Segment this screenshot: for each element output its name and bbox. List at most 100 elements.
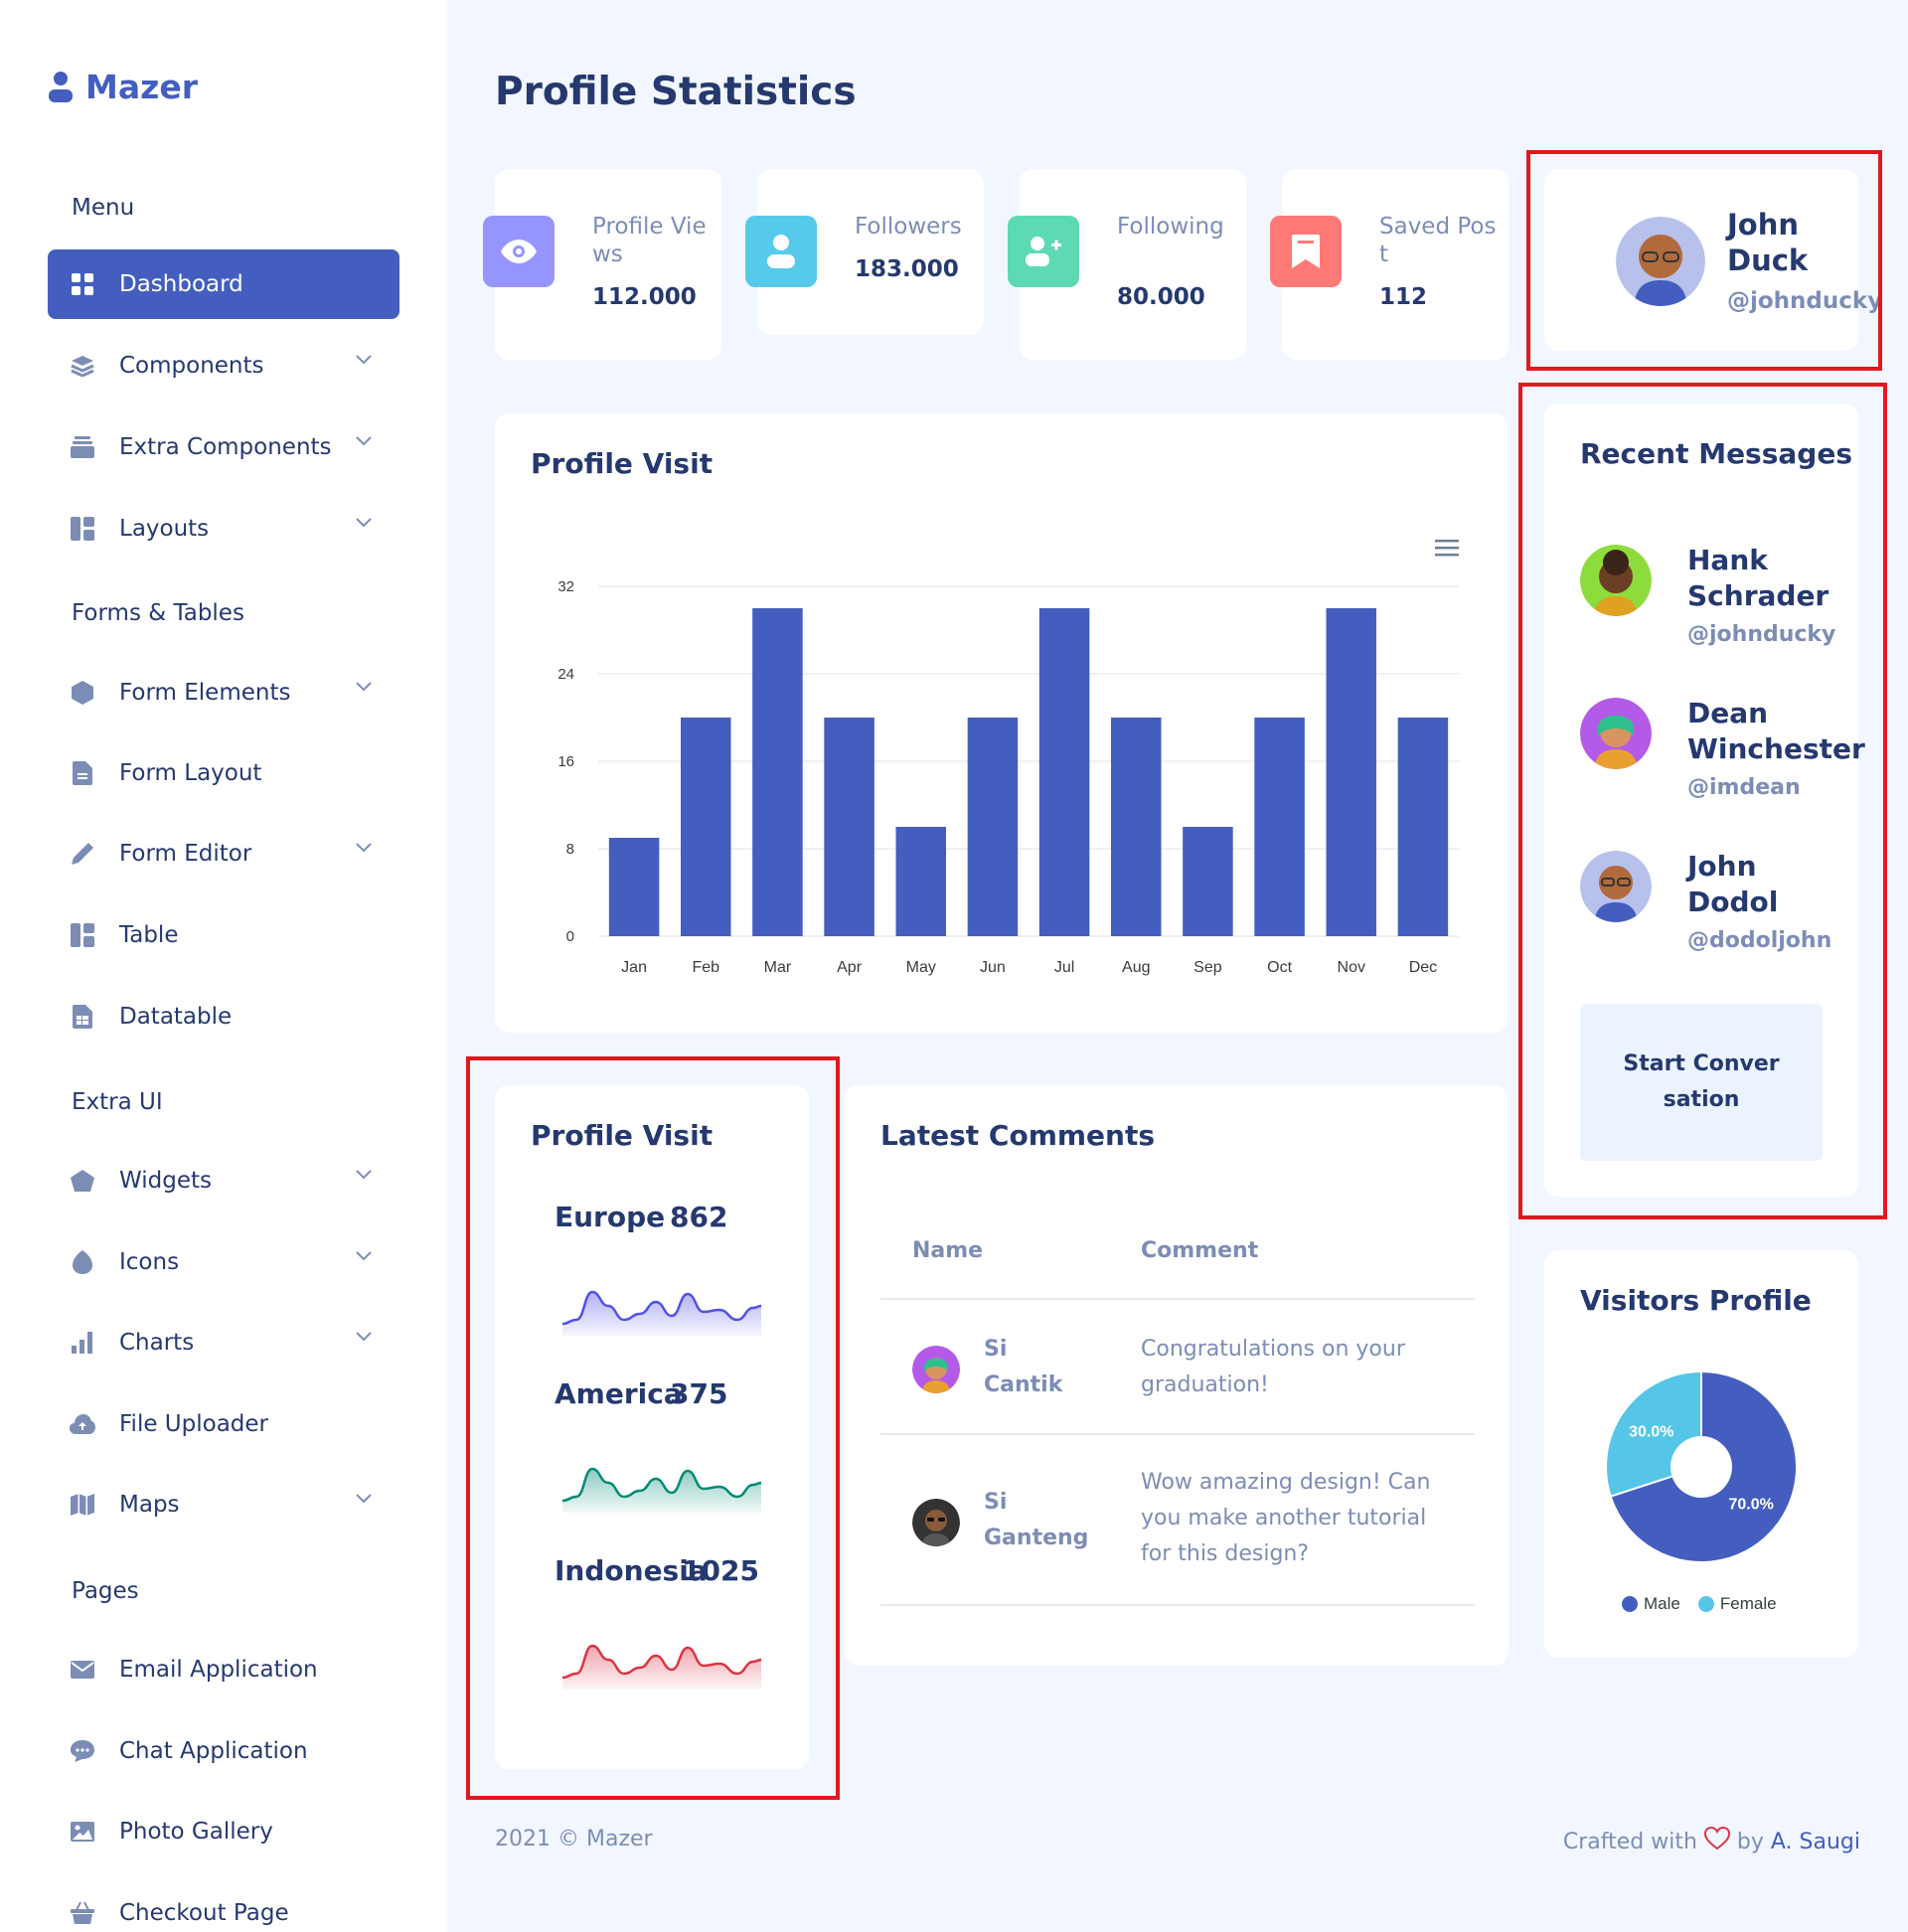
message-sender-name[interactable]: Dean Winchester <box>1687 696 1865 767</box>
sidebar-item-label: Chat Application <box>119 1738 308 1764</box>
bar-jun[interactable] <box>967 718 1019 936</box>
legend-item-male[interactable]: Male <box>1622 1594 1680 1614</box>
section-title-menu: Menu <box>72 195 135 221</box>
section-title-pages: Pages <box>72 1578 139 1604</box>
sidebar-item-form-editor[interactable]: Form Editor <box>48 819 399 888</box>
sidebar-item-charts[interactable]: Charts <box>48 1308 399 1377</box>
sidebar-item-photo-gallery[interactable]: Photo Gallery <box>48 1797 399 1866</box>
footer-crafted-text: Crafted with <box>1562 1830 1697 1854</box>
message-sender-name[interactable]: John Dodol <box>1687 849 1807 920</box>
sidebar-item-datatable[interactable]: Datatable <box>48 982 399 1051</box>
person-icon <box>767 235 795 268</box>
sidebar-item-label: Components <box>119 353 264 379</box>
profile-visit-card: Profile Visit 0 8 16 24 32 Jan Feb Mar Apr May Jun… <box>495 413 1509 1033</box>
profile-name: John Duck <box>1727 208 1809 277</box>
sidebar-item-file-uploader[interactable]: File Uploader <box>48 1389 399 1459</box>
chevron-down-icon <box>356 1170 372 1180</box>
footer-by-text: by <box>1736 1830 1764 1854</box>
sidebar-item-label: Dashboard <box>119 271 243 297</box>
region-value: 862 <box>670 1201 728 1233</box>
sidebar-item-maps[interactable]: Maps <box>48 1470 399 1539</box>
sidebar-item-extra-components[interactable]: Extra Components <box>48 412 399 482</box>
bar-oct[interactable] <box>1254 718 1305 936</box>
author-link[interactable]: A. Saugi <box>1771 1830 1860 1854</box>
x-tick-label: Jan <box>621 959 647 976</box>
person-plus-icon <box>1026 237 1061 266</box>
sparkline-area <box>562 1646 761 1690</box>
sidebar-item-checkout-page[interactable]: Checkout Page <box>48 1878 399 1932</box>
card-title: Visitors Profile <box>1580 1284 1812 1317</box>
sidebar-item-form-elements[interactable]: Form Elements <box>48 658 399 727</box>
sidebar-item-form-layout[interactable]: Form Layout <box>48 738 399 808</box>
comment-text: Congratulations on your graduation! <box>1141 1337 1405 1397</box>
chevron-down-icon <box>356 682 372 692</box>
page-title: Profile Statistics <box>495 70 857 114</box>
sidebar-item-icons[interactable]: Icons <box>48 1227 399 1297</box>
profile-visit-bar-chart: 0 8 16 24 32 Jan Feb Mar Apr May Jun Jul Aug Sep Oct No… <box>557 578 1459 976</box>
x-tick-label: Jun <box>980 959 1006 976</box>
image-icon <box>70 1819 95 1845</box>
legend-label: Male <box>1644 1594 1680 1613</box>
message-sender-name[interactable]: Hank Schrader <box>1687 543 1846 614</box>
bar-feb[interactable] <box>680 718 731 936</box>
chevron-down-icon <box>356 1251 372 1261</box>
slice-label: 30.0% <box>1629 1424 1673 1441</box>
bar-dec[interactable] <box>1397 718 1449 936</box>
row-divider <box>880 1604 1475 1606</box>
bar-chart-icon <box>70 1330 95 1356</box>
recent-messages-card: Recent Messages Hank Schrader @johnducky… <box>1544 403 1865 1197</box>
avatar <box>912 1499 960 1546</box>
legend-marker-male <box>1622 1596 1638 1612</box>
region-name: Europe <box>555 1201 666 1233</box>
sidebar-item-chat-application[interactable]: Chat Application <box>48 1716 399 1786</box>
card-title: Profile Visit <box>531 1119 714 1152</box>
footer-credits: Crafted with by A. Saugi <box>1562 1826 1860 1854</box>
x-tick-label: Sep <box>1193 959 1222 976</box>
europe-sparkline <box>562 1290 761 1336</box>
profile-card[interactable]: John Duck @johnducky <box>1544 169 1882 351</box>
bar-apr[interactable] <box>824 718 874 936</box>
sidebar-item-label: Extra Components <box>119 434 332 460</box>
sidebar-item-table[interactable]: Table <box>48 900 399 970</box>
x-tick-label: Nov <box>1338 959 1365 976</box>
sidebar-item-dashboard[interactable]: Dashboard <box>48 249 399 319</box>
comment-author: Si Ganteng <box>984 1490 1089 1550</box>
visitors-donut-chart: 70.0% 30.0% <box>1605 1369 1798 1563</box>
eye-icon <box>501 240 537 263</box>
bar-sep[interactable] <box>1183 827 1233 936</box>
table-header-name: Name <box>912 1238 984 1263</box>
chat-icon <box>70 1738 95 1764</box>
sidebar-item-label: Widgets <box>119 1168 212 1194</box>
sidebar: Mazer Menu Dashboard Components Extra Co… <box>0 0 447 1932</box>
table-header-divider <box>880 1298 1475 1300</box>
stat-label: Profile Views <box>592 214 707 267</box>
section-title-extra: Extra UI <box>72 1089 163 1115</box>
spreadsheet-icon <box>70 1004 95 1030</box>
bar-mar[interactable] <box>752 608 803 936</box>
sidebar-item-email-application[interactable]: Email Application <box>48 1635 399 1704</box>
stat-card-profile-views: Profile Views 112.000 <box>483 169 721 360</box>
bar-may[interactable] <box>895 827 947 936</box>
legend-item-female[interactable]: Female <box>1697 1594 1777 1614</box>
chevron-down-icon <box>356 1332 372 1342</box>
sidebar-item-label: Photo Gallery <box>119 1819 273 1845</box>
logo-text: Mazer <box>85 68 198 106</box>
avatar <box>912 1346 960 1393</box>
sidebar-item-components[interactable]: Components <box>48 331 399 401</box>
bar-jul[interactable] <box>1038 608 1090 936</box>
bar-jan[interactable] <box>608 838 660 936</box>
y-tick-label: 0 <box>566 928 574 945</box>
x-tick-label: Jul <box>1054 959 1074 976</box>
america-sparkline <box>562 1467 761 1513</box>
sidebar-item-layouts[interactable]: Layouts <box>48 494 399 564</box>
heart-icon <box>1703 1826 1730 1851</box>
bar-aug[interactable] <box>1110 718 1162 936</box>
bar-nov[interactable] <box>1326 608 1377 936</box>
file-text-icon <box>70 760 95 786</box>
layout-icon <box>70 516 95 542</box>
sidebar-item-widgets[interactable]: Widgets <box>48 1146 399 1215</box>
chevron-down-icon <box>356 436 372 446</box>
logo[interactable]: Mazer <box>48 68 198 106</box>
start-conversation-button[interactable]: Start Conversation <box>1580 1004 1823 1161</box>
table-icon <box>70 922 95 948</box>
